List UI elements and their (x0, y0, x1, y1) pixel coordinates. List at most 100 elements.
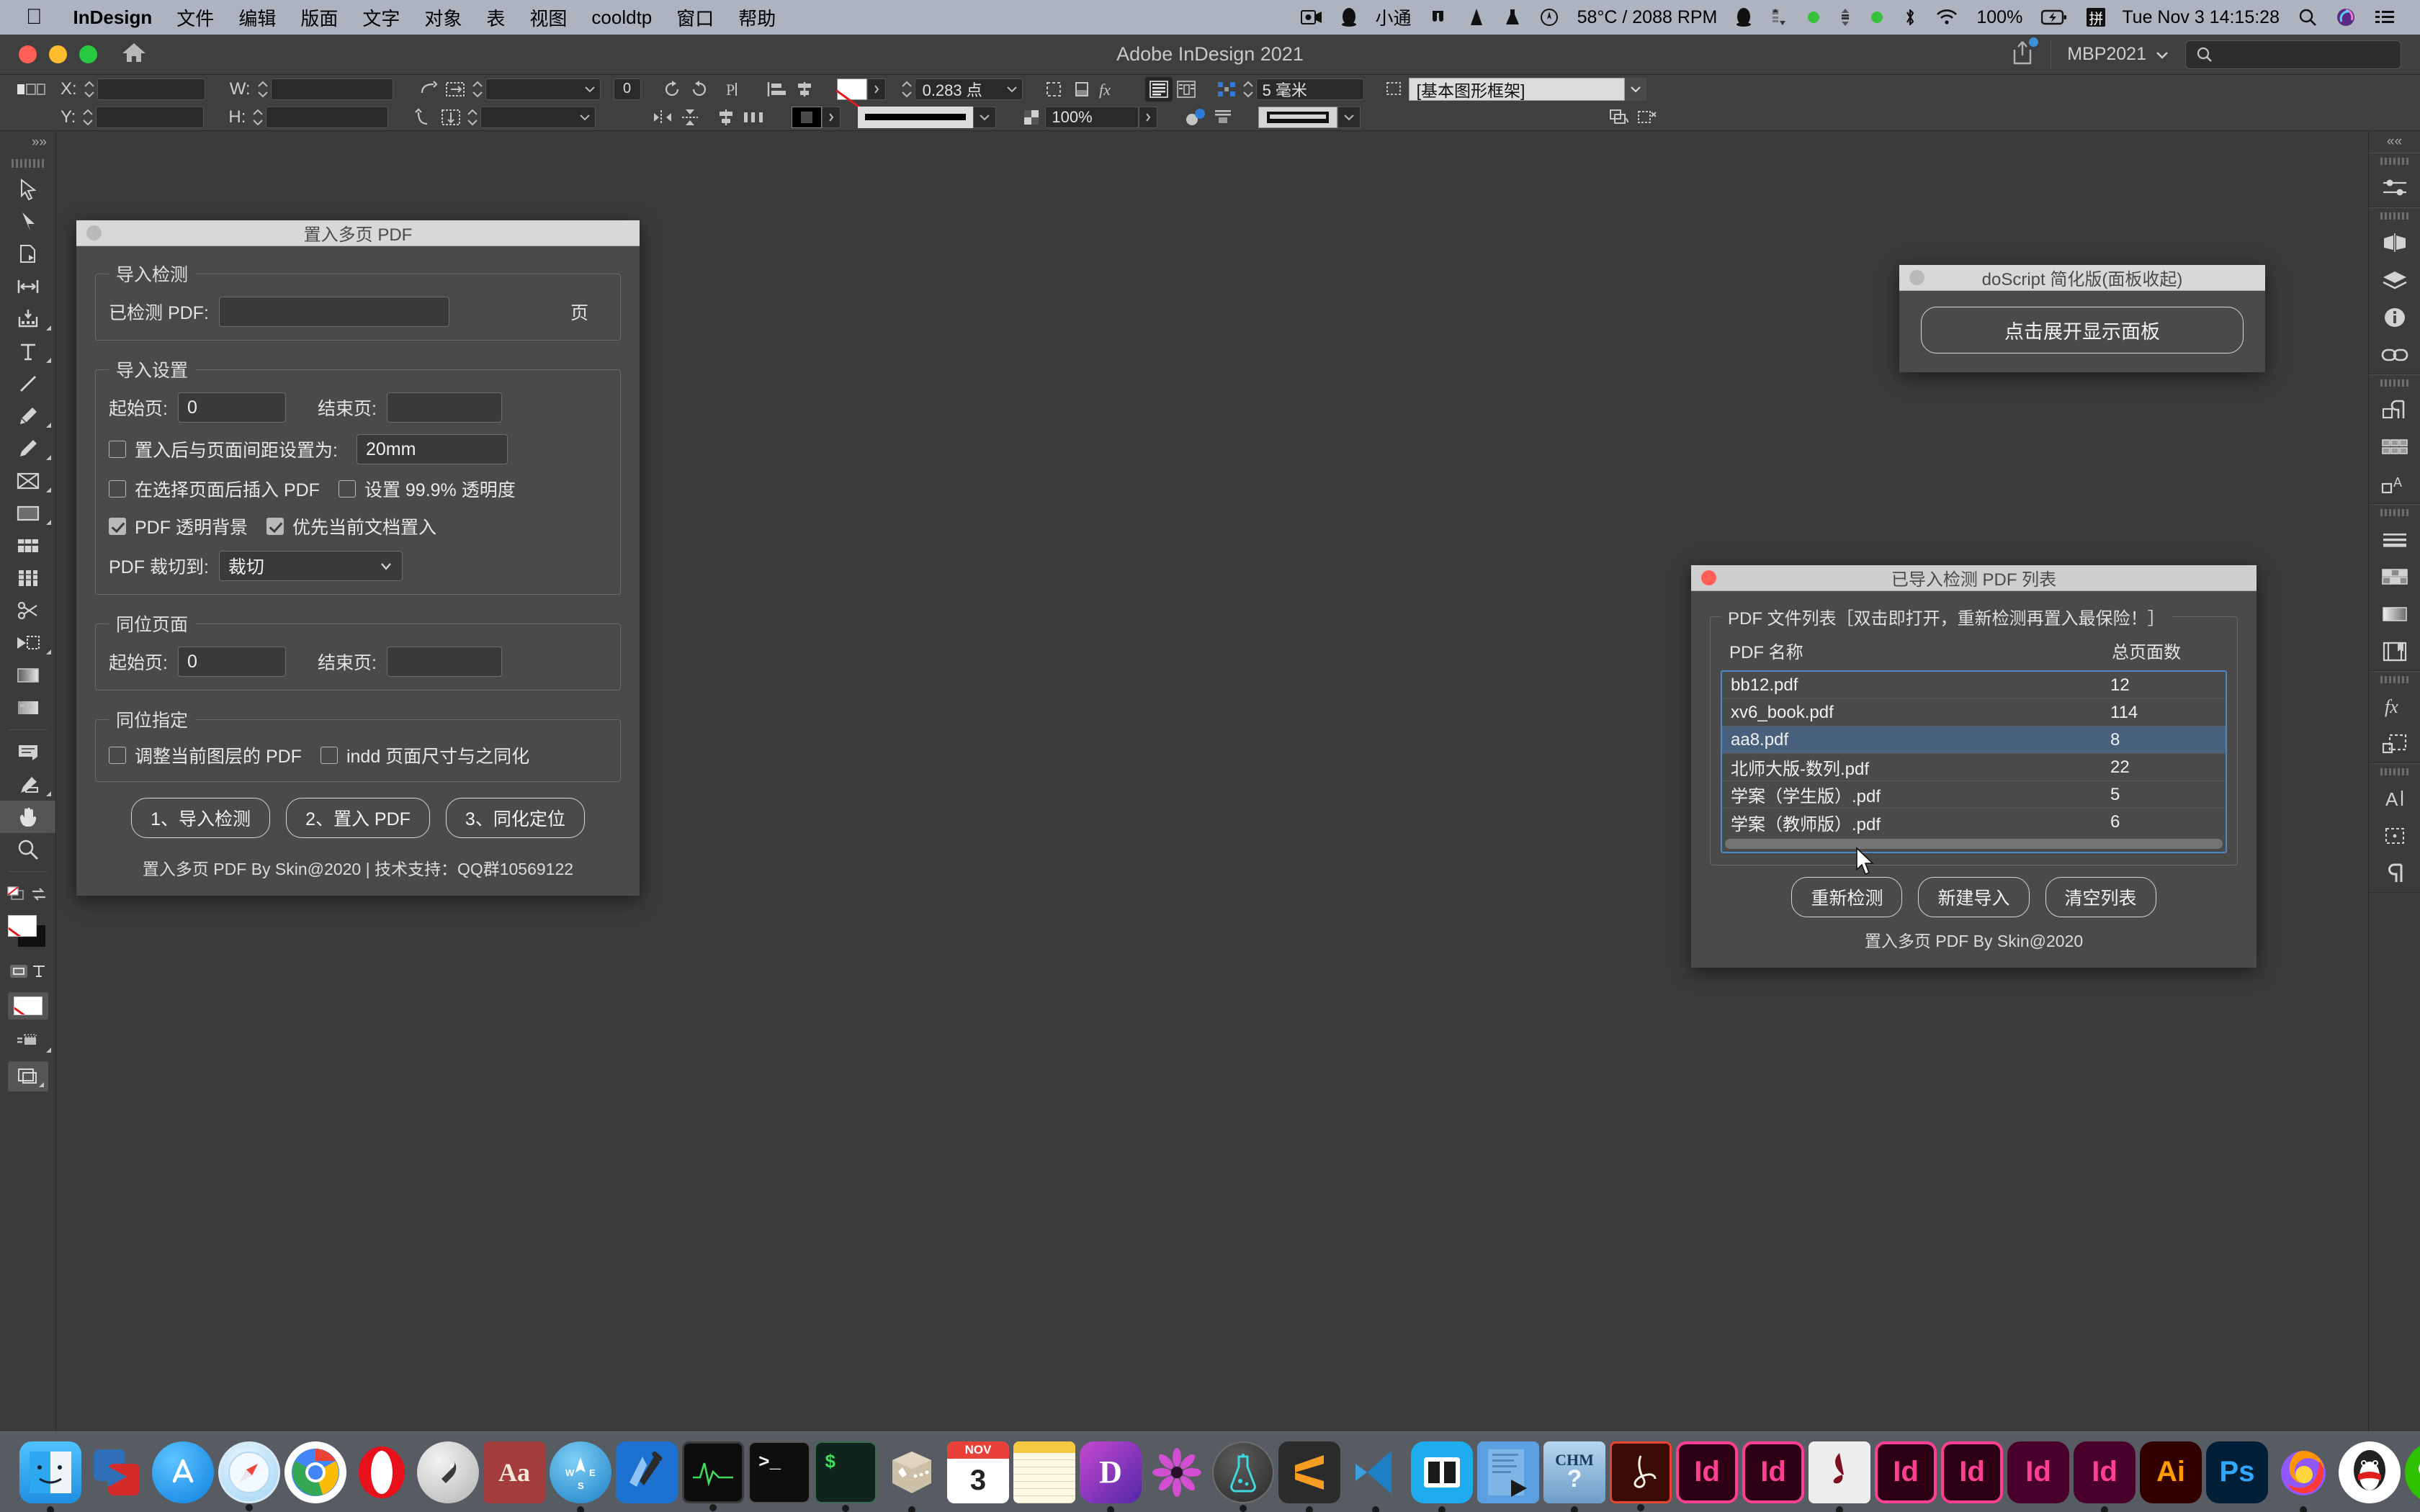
character-styles-icon[interactable]: A (2369, 466, 2420, 503)
gap-selector-icon[interactable] (1213, 77, 1240, 102)
align-vertical-centers-icon[interactable] (712, 105, 740, 130)
battery-percent[interactable]: 100% (1967, 7, 2032, 28)
stroke-box-chevron-icon[interactable] (1337, 106, 1361, 128)
hand-tool[interactable] (0, 801, 55, 833)
xiaotong-status[interactable]: 小通 (1366, 4, 1421, 30)
menu-type[interactable]: 文字 (350, 4, 412, 31)
new-import-button[interactable]: 新建导入 (1918, 877, 2030, 917)
account-menu[interactable]: MBP2021 (2067, 44, 2169, 65)
drop-shadow-icon[interactable] (1069, 77, 1096, 102)
dock-item-launchpad[interactable] (417, 1441, 479, 1503)
flask-icon[interactable] (1494, 8, 1531, 27)
align-left-edges-icon[interactable] (763, 77, 791, 102)
green-status-dot-icon[interactable] (1797, 10, 1830, 24)
scale-tool[interactable] (0, 562, 55, 594)
document-canvas[interactable]: 置入多页 PDF 导入检测 已检测 PDF: 页 导入设置 起始页: 0 结束页… (56, 131, 2368, 1431)
apply-none-swatch[interactable] (0, 987, 55, 1025)
compass-icon[interactable] (1531, 8, 1568, 27)
opacity-field[interactable]: 100% (1045, 106, 1139, 128)
dock-item-finder[interactable] (19, 1441, 81, 1512)
dock-item-xcode[interactable] (616, 1441, 678, 1503)
start-page-input[interactable]: 0 (177, 392, 286, 423)
panel-drag-handle[interactable] (2369, 764, 2420, 780)
opacity-chevron-icon[interactable] (1139, 106, 1158, 128)
shear-combo[interactable] (480, 106, 596, 128)
stroke-icon[interactable] (2369, 521, 2420, 558)
gap-value-control[interactable]: 5 毫米 (1240, 75, 1364, 103)
dock-item-notes[interactable] (1013, 1441, 1075, 1503)
qq-penguin-icon[interactable] (1332, 8, 1366, 27)
detected-pdf-input[interactable] (218, 297, 449, 327)
table-styles-icon[interactable] (2369, 428, 2420, 466)
dock-item-illustrator[interactable]: Ai (2140, 1441, 2202, 1503)
place-pdf-button[interactable]: 2、置入 PDF (286, 798, 430, 838)
close-window-button[interactable] (19, 45, 37, 63)
stroke-weight-control[interactable]: 0.283 点 (899, 75, 1023, 103)
dock-item-box[interactable] (881, 1441, 943, 1512)
transparent-bg-checkbox[interactable]: PDF 透明背景 (109, 513, 248, 539)
text-wrap-jump-icon[interactable] (1209, 105, 1237, 130)
libraries-icon[interactable] (2369, 633, 2420, 670)
release-content-icon[interactable] (1633, 105, 1660, 130)
free-transform-tool[interactable] (0, 529, 55, 562)
paragraph-styles-icon[interactable] (2369, 391, 2420, 428)
dock-item-fontlab[interactable] (1809, 1441, 1870, 1512)
dock-item-photos[interactable] (1146, 1441, 1208, 1503)
checkbox-box[interactable] (320, 747, 338, 764)
dock-item-devonthink[interactable]: D (1080, 1441, 1142, 1512)
stroke-box-preview-icon[interactable] (1258, 106, 1338, 128)
rotate-ccw-icon[interactable] (658, 77, 686, 102)
dock-item-photoshop[interactable]: Ps (2206, 1441, 2268, 1503)
fill-black-swatch-icon[interactable] (792, 106, 823, 128)
text-wrap-none-icon[interactable] (1144, 76, 1173, 102)
checkbox-box[interactable] (266, 518, 284, 535)
end-page-input[interactable] (386, 392, 502, 423)
dock-item-indesign-3[interactable]: Id (1875, 1441, 1937, 1503)
collapse-panels-icon[interactable]: «« (2369, 131, 2420, 153)
dock-item-indesign-5[interactable]: Id (2007, 1441, 2069, 1503)
note-tool[interactable] (0, 736, 55, 768)
rotation-stepper[interactable] (470, 80, 485, 99)
gap-tool[interactable] (0, 270, 55, 302)
gap-field[interactable]: 5 毫米 (1255, 78, 1364, 100)
recheck-button[interactable]: 重新检测 (1791, 877, 1903, 917)
menu-help[interactable]: 帮助 (726, 4, 788, 31)
corner-options-icon[interactable] (1041, 77, 1069, 102)
panel-drag-handle[interactable] (2369, 153, 2420, 169)
control-center-icon[interactable] (2365, 9, 2404, 26)
samepos-end-input[interactable] (386, 647, 502, 677)
fill-color-swatch[interactable] (792, 103, 841, 131)
dock-item-vs-code[interactable] (1345, 1441, 1407, 1512)
reference-point-selector[interactable] (10, 75, 53, 103)
zoom-tool[interactable] (0, 833, 55, 865)
table-row-selected[interactable]: aa8.pdf 8 (1722, 726, 2226, 754)
spotlight-search-icon[interactable] (2289, 8, 2326, 27)
screen-mode-icon[interactable] (0, 1057, 55, 1096)
table-row[interactable]: 学案（学生版）.pdf 5 (1722, 781, 2226, 809)
share-icon[interactable] (2010, 37, 2039, 69)
priority-doc-checkbox[interactable]: 优先当前文档置入 (266, 513, 436, 539)
menu-cooldtp[interactable]: cooldtp (579, 6, 664, 29)
flip-horizontal-icon[interactable] (415, 77, 442, 102)
clear-list-button[interactable]: 清空列表 (2045, 877, 2156, 917)
menu-layout[interactable]: 版面 (288, 4, 350, 31)
sync-position-button[interactable]: 3、同化定位 (445, 798, 585, 838)
menu-edit[interactable]: 编辑 (226, 4, 288, 31)
menu-indesign[interactable]: InDesign (61, 6, 165, 29)
wifi-icon[interactable] (1927, 9, 1967, 26)
dock-item-chm-reader[interactable]: CHM ? (1543, 1441, 1605, 1512)
screen-recorder-icon[interactable] (1291, 9, 1332, 25)
table-row[interactable]: 北师大版-数列.pdf 22 (1722, 754, 2226, 781)
object-style-value[interactable]: [基本图形框架] (1408, 77, 1625, 101)
y-field[interactable] (96, 106, 205, 128)
text-frame-options-icon[interactable]: P (720, 77, 748, 102)
dock-item-indesign-2[interactable]: Id (1742, 1441, 1804, 1503)
zoom-window-button[interactable] (79, 45, 97, 63)
dock-item-indesign-6[interactable]: Id (2074, 1441, 2136, 1512)
select-container-icon[interactable] (1605, 105, 1633, 130)
import-detect-button[interactable]: 1、导入检测 (131, 798, 271, 838)
pdf-list-titlebar[interactable]: 已导入检测 PDF 列表 (1691, 565, 2257, 591)
menu-bar-clock[interactable]: Tue Nov 3 14:15:28 (2112, 7, 2289, 28)
dock-item-sidebar-app[interactable] (1411, 1441, 1473, 1512)
pdf-list-box[interactable]: bb12.pdf 12 xv6_book.pdf 114 aa8.pdf 8 北… (1721, 670, 2227, 853)
